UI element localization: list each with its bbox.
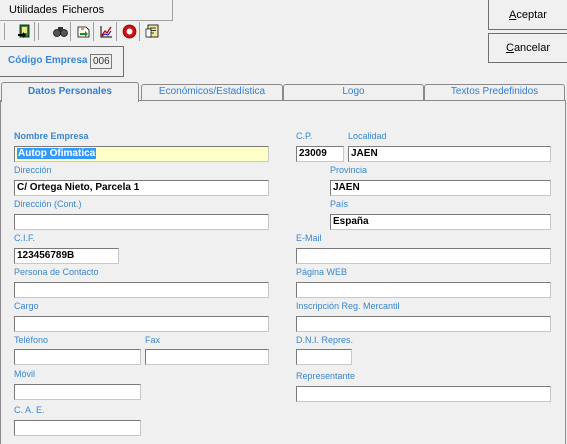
toolbar-separator (38, 23, 39, 40)
cp-label: C.P. (296, 131, 313, 141)
inscripcion-label: Inscripción Reg. Mercantil (296, 301, 400, 311)
search-button[interactable] (50, 22, 71, 41)
provincia-field[interactable]: JAEN (330, 180, 551, 196)
exit-icon (17, 24, 29, 38)
notes-button[interactable] (142, 22, 162, 41)
chart-icon (100, 26, 112, 38)
dni-repres-field[interactable] (296, 349, 352, 365)
cae-field[interactable] (14, 420, 141, 436)
persona-contacto-field[interactable] (14, 282, 269, 298)
cargo-label: Cargo (14, 301, 39, 311)
direccion-label: Dirección (14, 165, 52, 175)
pais-label: País (330, 199, 349, 209)
cancel-button[interactable]: Cancelar (488, 33, 567, 63)
cae-label: C. A. E. (14, 405, 45, 415)
toolbar-separator (4, 23, 5, 40)
representante-field[interactable] (296, 386, 551, 402)
nombre-empresa-label: Nombre Empresa (14, 131, 89, 141)
cif-field[interactable]: 123456789B (14, 248, 119, 264)
representante-label: Representante (296, 371, 356, 381)
exit-button[interactable] (14, 22, 35, 41)
inscripcion-field[interactable] (296, 316, 551, 332)
dni-repres-label: D.N.I. Repres. (296, 335, 354, 345)
accept-button[interactable]: Aceptar (488, 0, 567, 30)
persona-contacto-label: Persona de Contacto (14, 267, 99, 277)
tab-economicos[interactable]: Económicos/Estadística (141, 84, 283, 100)
cp-field[interactable]: 23009 (296, 146, 344, 162)
web-label: Página WEB (296, 267, 348, 277)
menu-ficheros[interactable]: Ficheros (62, 4, 104, 16)
web-field[interactable] (296, 282, 551, 298)
tab-logo[interactable]: Logo (283, 84, 424, 100)
import-button[interactable] (73, 22, 94, 41)
pais-field[interactable]: España (330, 214, 551, 230)
email-field[interactable] (296, 248, 551, 264)
binoculars-icon (52, 27, 68, 37)
tab-datos-personales[interactable]: Datos Personales (1, 82, 139, 102)
cargo-field[interactable] (14, 316, 269, 332)
direccion-field[interactable]: C/ Ortega Nieto, Parcela 1 (14, 180, 269, 196)
chart-button[interactable] (96, 22, 117, 41)
tab-textos-predefinidos[interactable]: Textos Predefinidos (424, 84, 565, 100)
empresa-label: Código Empresa (8, 55, 88, 66)
localidad-label: Localidad (348, 131, 387, 141)
nombre-empresa-field[interactable]: Autop Ofimatica (14, 146, 269, 162)
notes-icon (145, 24, 158, 38)
localidad-field[interactable]: JAEN (348, 146, 551, 162)
provincia-label: Provincia (330, 165, 368, 175)
movil-label: Móvil (14, 369, 36, 379)
stop-icon (122, 24, 136, 39)
empresa-code-field[interactable]: 006 (90, 54, 112, 69)
menu-utilidades[interactable]: Utilidades (9, 4, 57, 16)
cif-label: C.I.F. (14, 233, 36, 243)
movil-field[interactable] (14, 384, 141, 400)
import-icon (77, 26, 89, 38)
email-label: E-Mail (296, 233, 322, 243)
fax-field[interactable] (145, 349, 269, 365)
fax-label: Fax (145, 335, 161, 345)
stop-button[interactable] (119, 22, 140, 41)
direccion-cont-field[interactable] (14, 214, 269, 230)
telefono-label: Teléfono (14, 335, 49, 345)
telefono-field[interactable] (14, 349, 141, 365)
direccion-cont-label: Dirección (Cont.) (14, 199, 82, 209)
